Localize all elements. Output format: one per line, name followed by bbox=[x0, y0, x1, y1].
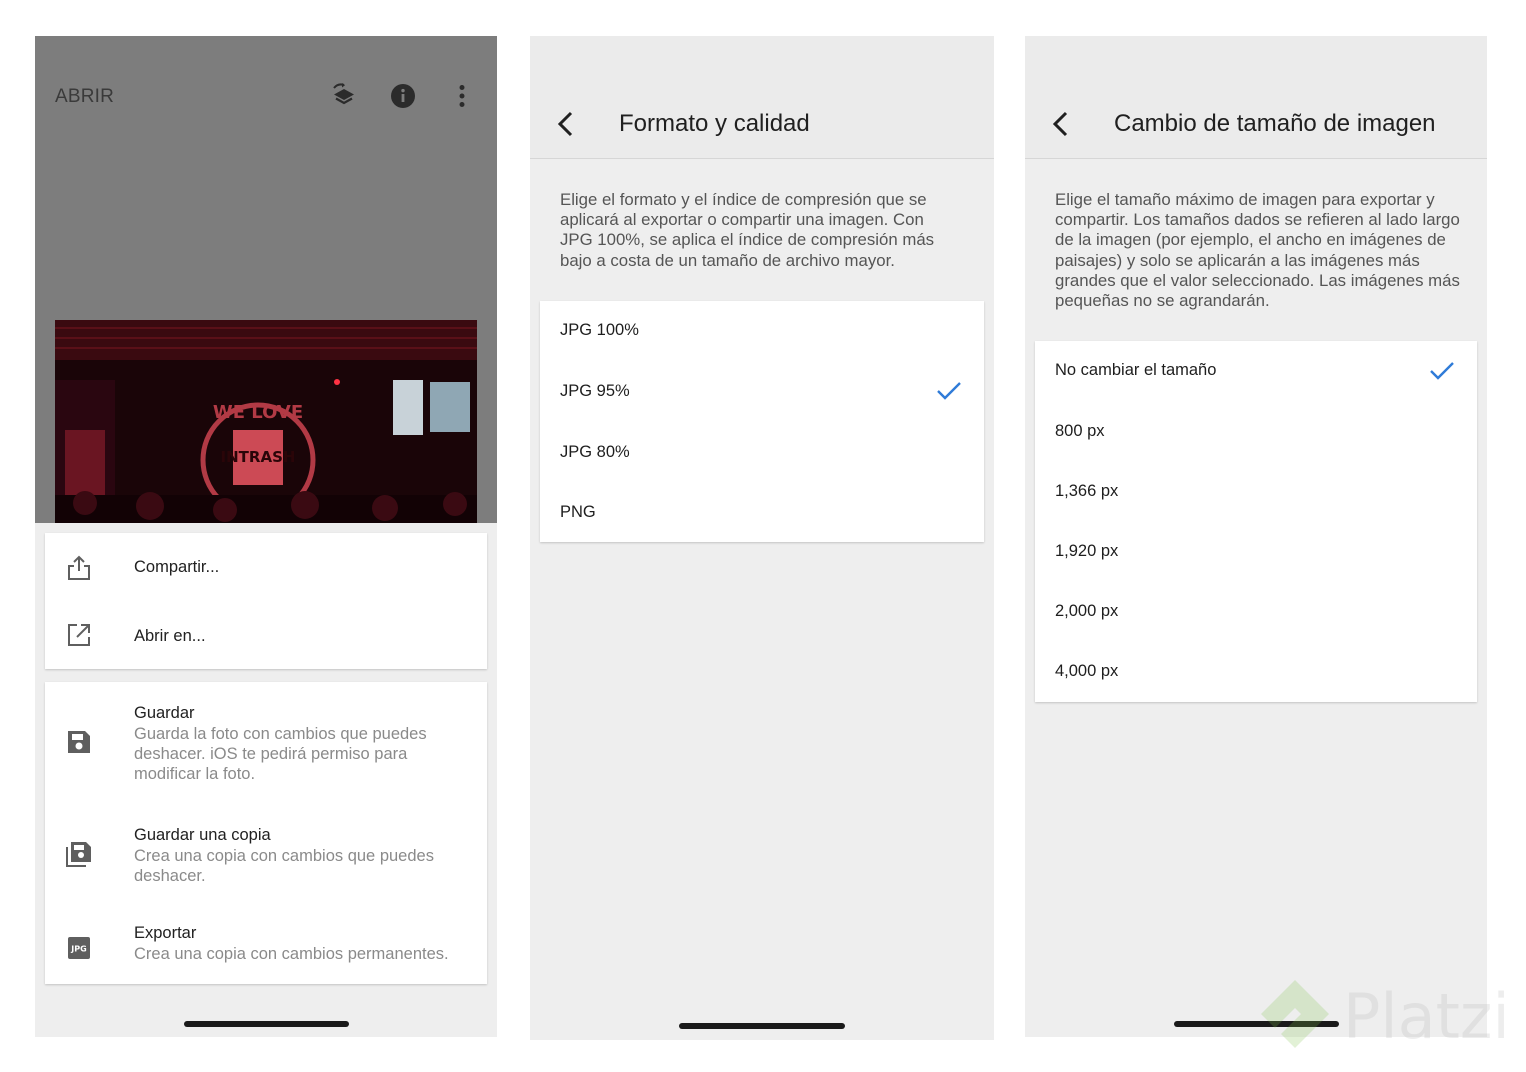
svg-text:INTRASH: INTRASH bbox=[221, 448, 296, 466]
open-in-icon bbox=[68, 624, 90, 646]
option-2000[interactable]: 2,000 px bbox=[1035, 581, 1477, 641]
save-icon bbox=[68, 731, 90, 753]
menu-item-description: Crea una copia con cambios que puedes de… bbox=[134, 847, 434, 885]
photo-preview: INTRASH WE LOVE bbox=[55, 320, 477, 523]
option-label: 2,000 px bbox=[1055, 602, 1119, 620]
menu-item-save-copy[interactable]: Guardar una copia Crea una copia con cam… bbox=[45, 800, 487, 900]
menu-item-share[interactable]: Compartir... bbox=[45, 533, 487, 601]
option-jpg-95[interactable]: JPG 95% bbox=[540, 361, 984, 421]
menu-item-export[interactable]: JPG Exportar Crea una copia con cambios … bbox=[45, 900, 487, 984]
header: Cambio de tamaño de imagen bbox=[1025, 36, 1487, 159]
menu-item-label: Guardar bbox=[134, 704, 195, 722]
home-indicator bbox=[679, 1023, 845, 1029]
option-1366[interactable]: 1,366 px bbox=[1035, 461, 1477, 521]
description-text: Elige el tamaño máximo de imagen para ex… bbox=[1055, 190, 1460, 311]
option-no-resize[interactable]: No cambiar el tamaño bbox=[1035, 341, 1477, 401]
option-label: No cambiar el tamaño bbox=[1055, 361, 1217, 379]
layers-undo-icon[interactable] bbox=[331, 83, 357, 109]
share-icon bbox=[68, 555, 90, 580]
watermark-text: Platzi bbox=[1343, 980, 1510, 1053]
home-indicator bbox=[184, 1021, 349, 1027]
menu-item-label: Guardar una copia bbox=[134, 826, 271, 844]
option-label: 800 px bbox=[1055, 422, 1105, 440]
checkmark-icon bbox=[1430, 362, 1454, 380]
save-copy-icon bbox=[66, 842, 91, 867]
page-title: Formato y calidad bbox=[619, 110, 810, 137]
header: Formato y calidad bbox=[530, 36, 994, 159]
jpg-icon: JPG bbox=[68, 937, 90, 959]
menu-item-label: Abrir en... bbox=[134, 627, 206, 645]
save-options-card: Guardar Guarda la foto con cambios que p… bbox=[45, 682, 487, 984]
option-label: 1,366 px bbox=[1055, 482, 1119, 500]
share-menu-screen: ABRIR INTRASH WE LOVE Compartir... Abrir… bbox=[35, 36, 497, 1037]
jpg-badge-text: JPG bbox=[70, 945, 86, 954]
option-label: 4,000 px bbox=[1055, 662, 1119, 680]
menu-item-open-in[interactable]: Abrir en... bbox=[45, 601, 487, 669]
option-label: JPG 95% bbox=[560, 382, 630, 400]
back-arrow-icon[interactable] bbox=[1049, 110, 1071, 138]
option-label: PNG bbox=[560, 503, 596, 521]
menu-item-label: Compartir... bbox=[134, 558, 220, 576]
option-1920[interactable]: 1,920 px bbox=[1035, 521, 1477, 581]
format-options-list: JPG 100% JPG 95% JPG 80% PNG bbox=[540, 301, 984, 542]
checkmark-icon bbox=[937, 382, 961, 400]
option-800[interactable]: 800 px bbox=[1035, 401, 1477, 461]
option-jpg-100[interactable]: JPG 100% bbox=[540, 301, 984, 361]
image-resize-screen: Cambio de tamaño de imagen Elige el tama… bbox=[1025, 36, 1487, 1037]
more-vert-icon[interactable] bbox=[449, 83, 475, 109]
platzi-watermark: Platzi bbox=[1255, 972, 1515, 1062]
back-arrow-icon[interactable] bbox=[554, 110, 576, 138]
option-jpg-80[interactable]: JPG 80% bbox=[540, 421, 984, 481]
platzi-logo-icon bbox=[1261, 980, 1329, 1048]
menu-item-description: Crea una copia con cambios permanentes. bbox=[134, 945, 449, 963]
option-label: JPG 100% bbox=[560, 321, 639, 339]
option-png[interactable]: PNG bbox=[540, 481, 984, 542]
open-button[interactable]: ABRIR bbox=[55, 86, 114, 108]
page-title: Cambio de tamaño de imagen bbox=[1114, 110, 1436, 137]
option-label: 1,920 px bbox=[1055, 542, 1119, 560]
format-quality-screen: Formato y calidad Elige el formato y el … bbox=[530, 36, 994, 1040]
menu-item-save[interactable]: Guardar Guarda la foto con cambios que p… bbox=[45, 682, 487, 800]
option-4000[interactable]: 4,000 px bbox=[1035, 641, 1477, 702]
menu-item-label: Exportar bbox=[134, 924, 197, 942]
share-options-card: Compartir... Abrir en... bbox=[45, 533, 487, 669]
info-icon[interactable] bbox=[390, 83, 416, 109]
option-label: JPG 80% bbox=[560, 443, 630, 461]
svg-text:WE LOVE: WE LOVE bbox=[213, 402, 303, 423]
description-text: Elige el formato y el índice de compresi… bbox=[560, 190, 935, 270]
menu-item-description: Guarda la foto con cambios que puedes de… bbox=[134, 725, 427, 783]
size-options-list: No cambiar el tamaño 800 px 1,366 px 1,9… bbox=[1035, 341, 1477, 702]
